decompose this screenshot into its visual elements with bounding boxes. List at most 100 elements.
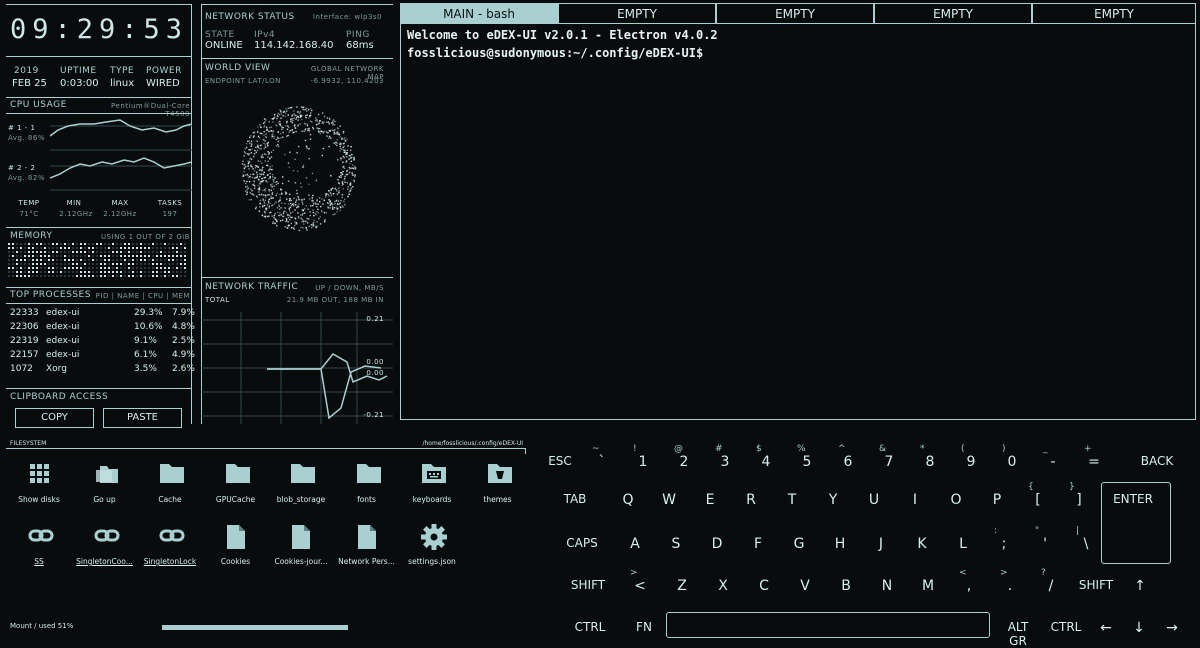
key-i[interactable]: I (895, 492, 935, 508)
key-[interactable]: ' " (1025, 526, 1065, 552)
key-x[interactable]: X (703, 578, 743, 594)
filesystem-item[interactable]: SS (6, 524, 72, 584)
key-l[interactable]: L (943, 536, 983, 552)
key-[interactable]: [{ (1018, 482, 1058, 508)
key-t[interactable]: T (772, 492, 812, 508)
key-9[interactable]: 9( (951, 444, 991, 470)
key-altgr[interactable]: ALT GR (998, 620, 1038, 648)
key-1[interactable]: 1! (623, 444, 663, 470)
filesystem-item-label: Cookies-jour... (274, 557, 328, 566)
key-d[interactable]: D (697, 536, 737, 552)
key-o[interactable]: O (936, 492, 976, 508)
key-label: G (793, 536, 805, 552)
link-icon (159, 524, 185, 546)
key-[interactable]: = + (1074, 444, 1114, 470)
key-[interactable]: → (1152, 620, 1192, 636)
key-tab[interactable]: TAB (555, 492, 595, 506)
key-y[interactable]: Y (813, 492, 853, 508)
filesystem-item[interactable]: GPUCache (203, 462, 269, 522)
filesystem-item[interactable]: SingletonLock (137, 524, 203, 584)
key-f[interactable]: F (738, 536, 778, 552)
filesystem-item[interactable]: Cookies-jour... (268, 524, 334, 584)
copy-button[interactable]: COPY (15, 408, 94, 428)
key-shift-label: ( (961, 444, 965, 454)
filesystem-item[interactable]: fonts (334, 462, 400, 522)
key-q[interactable]: Q (608, 492, 648, 508)
key-k[interactable]: K (902, 536, 942, 552)
filesystem-item[interactable]: Cookies (203, 524, 269, 584)
tab-main-bash[interactable]: MAIN - bash (400, 3, 558, 24)
enter-key-outline[interactable] (1101, 482, 1171, 564)
key-7[interactable]: 7 & (869, 444, 909, 470)
key-u[interactable]: U (854, 492, 894, 508)
traffic-total-label: TOTAL (205, 296, 230, 304)
key-c[interactable]: C (744, 578, 784, 594)
filesystem-item[interactable]: settings.json (399, 524, 465, 584)
key-fn[interactable]: FN (624, 620, 664, 634)
key-n[interactable]: N (867, 578, 907, 594)
filesystem-item[interactable]: themes (465, 462, 531, 522)
key-label: 2 (679, 454, 689, 470)
key-w[interactable]: W (649, 492, 689, 508)
key-p[interactable]: P (977, 492, 1017, 508)
filesystem-item[interactable]: Show disks (6, 462, 72, 522)
filesystem-item[interactable]: SingletonCoo... (72, 524, 138, 584)
key-j[interactable]: J (861, 536, 901, 552)
on-screen-keyboard: ESC ` ~1! 2 @3 #4 $5% 6 ^ 7 & 8 * 9(0) - _ = + BACK TAB Q W E R… (530, 440, 1200, 648)
key-[interactable]: < > (620, 568, 660, 594)
tab-empty-4[interactable]: EMPTY (1032, 3, 1196, 24)
key-[interactable]: ` ~ (582, 444, 622, 470)
key-5[interactable]: 5% (787, 444, 827, 470)
key-[interactable]: - _ (1033, 444, 1073, 470)
filesystem-item[interactable]: Network Pers... (334, 524, 400, 584)
key-shift[interactable]: SHIFT (568, 578, 608, 592)
key-shift[interactable]: SHIFT (1076, 578, 1116, 592)
key-caps[interactable]: CAPS (562, 536, 602, 550)
key-r[interactable]: R (731, 492, 771, 508)
filesystem-item[interactable]: blob_storage (268, 462, 334, 522)
filesystem-item[interactable]: Go up (72, 462, 138, 522)
spacebar-key[interactable] (666, 612, 990, 638)
filesystem-item[interactable]: keyboards (399, 462, 465, 522)
key-z[interactable]: Z (662, 578, 702, 594)
tasks-value: 197 (162, 210, 178, 218)
key-[interactable]: ;: (984, 526, 1024, 552)
key-label: L (959, 536, 967, 552)
key-label: 5 (802, 454, 812, 470)
key-[interactable]: . > (990, 568, 1030, 594)
traffic-units: UP / DOWN, MB/S (315, 284, 384, 292)
key-ctrl[interactable]: CTRL (1046, 620, 1086, 634)
key-back[interactable]: BACK (1137, 454, 1177, 468)
key-8[interactable]: 8 * (910, 444, 950, 470)
paste-button[interactable]: PASTE (103, 408, 182, 428)
tab-empty-1[interactable]: EMPTY (558, 3, 716, 24)
key-[interactable]: ]} (1059, 482, 1099, 508)
key-6[interactable]: 6 ^ (828, 444, 868, 470)
key-[interactable]: \ | (1066, 526, 1106, 552)
key-shift-label: " (1035, 526, 1040, 536)
key-v[interactable]: V (785, 578, 825, 594)
terminal[interactable]: Welcome to eDEX-UI v2.0.1 - Electron v4.… (400, 24, 1196, 420)
key-label: 6 (843, 454, 853, 470)
key-ctrl[interactable]: CTRL (570, 620, 610, 634)
key-s[interactable]: S (656, 536, 696, 552)
process-mem: 4.9% (172, 350, 195, 360)
key-g[interactable]: G (779, 536, 819, 552)
key-2[interactable]: 2 @ (664, 444, 704, 470)
key-[interactable]: /? (1031, 568, 1071, 594)
key-b[interactable]: B (826, 578, 866, 594)
key-0[interactable]: 0) (992, 444, 1032, 470)
key-4[interactable]: 4 $ (746, 444, 786, 470)
tab-empty-3[interactable]: EMPTY (874, 3, 1032, 24)
key-e[interactable]: E (690, 492, 730, 508)
tab-empty-2[interactable]: EMPTY (716, 3, 874, 24)
key-m[interactable]: M (908, 578, 948, 594)
key-a[interactable]: A (615, 536, 655, 552)
key-3[interactable]: 3 # (705, 444, 745, 470)
key-[interactable]: ↑ (1120, 578, 1160, 594)
key-esc[interactable]: ESC (540, 454, 580, 468)
key-[interactable]: , < (949, 568, 989, 594)
key-h[interactable]: H (820, 536, 860, 552)
filesystem-item[interactable]: Cache (137, 462, 203, 522)
process-cpu: 9.1% (134, 336, 157, 346)
